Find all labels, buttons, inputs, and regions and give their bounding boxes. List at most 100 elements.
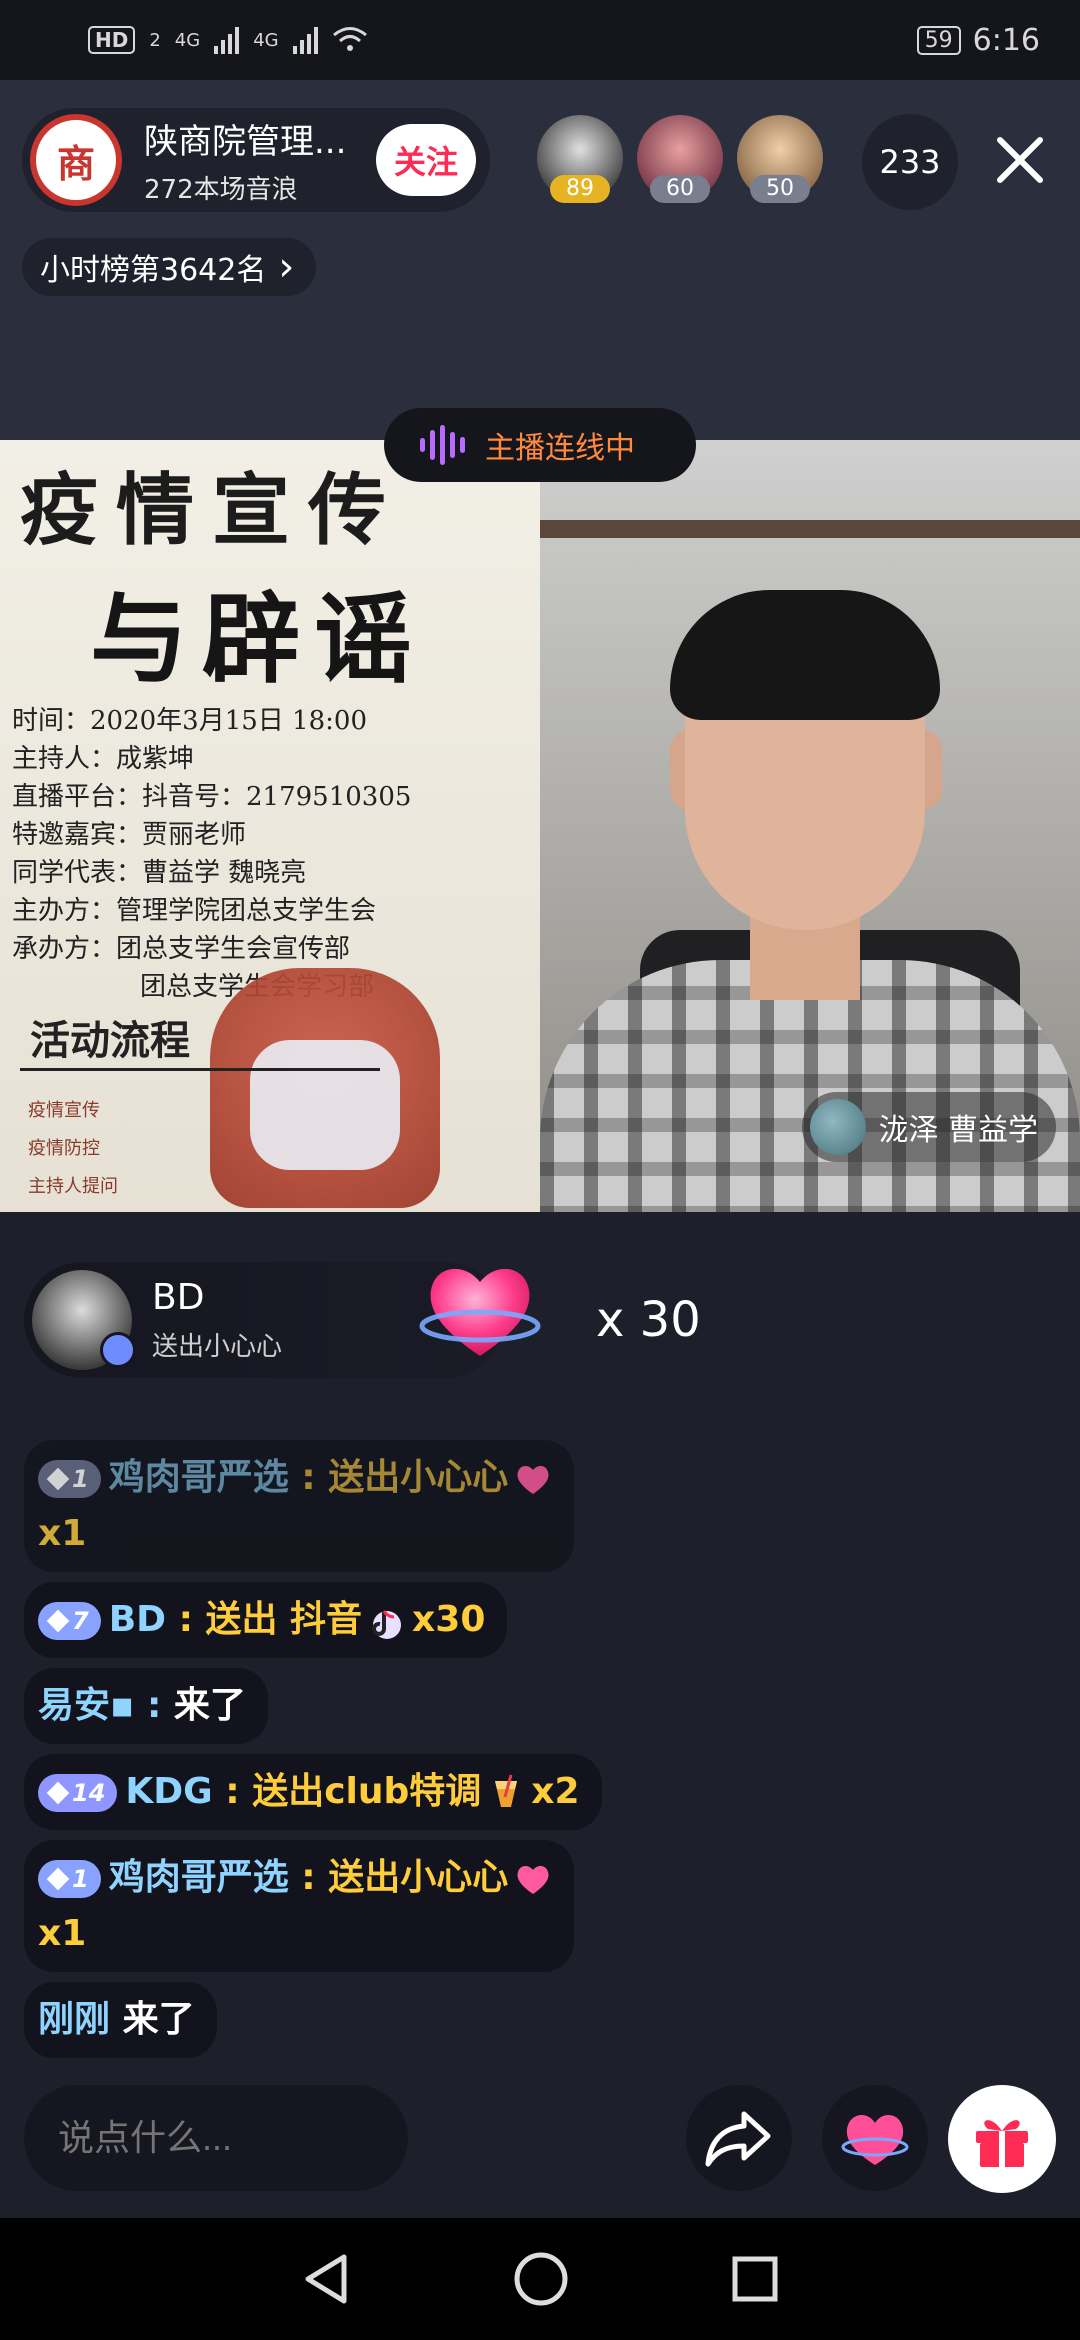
gift-sender-avatar[interactable]: [32, 1270, 136, 1370]
gift-texts: BD 送出小心心: [152, 1277, 282, 1363]
guest-stream[interactable]: 泷泽 曹益学: [540, 440, 1080, 1212]
viewer-avatar-3[interactable]: 50: [734, 112, 826, 204]
heart-gift-icon: [419, 1268, 541, 1356]
cocktail-icon: [495, 1774, 518, 1807]
chat-suffix: x1: [38, 1913, 87, 1954]
chat-message[interactable]: 易安▪ : 来了: [24, 1668, 268, 1744]
poster-line: 同学代表：曹益学 魏晓亮: [12, 858, 307, 888]
chat-username[interactable]: 易安▪: [38, 1685, 134, 1726]
chat-username[interactable]: 刚刚: [38, 1999, 110, 2040]
viewer-avatar-1[interactable]: 89: [534, 112, 626, 204]
poster-flow-item: 疫情防控: [28, 1138, 100, 1159]
poster-title-2: 与辟谣: [90, 582, 427, 697]
system-nav-bar: [0, 2218, 1080, 2340]
user-level-badge: 7: [38, 1602, 101, 1640]
host-info: 陕商院管理... 272本场音浪: [144, 114, 346, 206]
chat-username[interactable]: 鸡肉哥严选: [109, 1457, 289, 1498]
poster-line: 主持人：成紫坤: [12, 744, 195, 774]
chat-message[interactable]: 1 鸡肉哥严选 : 送出小心心 x1: [24, 1840, 575, 1972]
chat-sep: :: [166, 1599, 206, 1640]
chat-suffix: x1: [38, 1513, 87, 1554]
chat-username[interactable]: KDG: [125, 1771, 212, 1812]
poster-details: 时间：2020年3月15日 18:00 主持人：成紫坤 直播平台：抖音号：217…: [12, 702, 411, 1006]
host-name: 陕商院管理...: [144, 122, 347, 162]
viewer-count[interactable]: 233: [862, 114, 958, 210]
close-icon[interactable]: [990, 130, 1050, 190]
status-left: HD 2 4G 4G: [88, 26, 368, 54]
host-avatar[interactable]: 商: [30, 114, 122, 206]
heart-icon: [517, 1866, 549, 1894]
chevron-right-icon: ›: [278, 244, 295, 290]
sound-wave-icon: [420, 425, 465, 465]
douyin-note-icon: [372, 1610, 402, 1639]
chat-suffix: x2: [531, 1771, 580, 1812]
chat-suffix: x30: [412, 1599, 486, 1640]
diamond-icon: [46, 1609, 70, 1633]
poster-line: 直播平台：抖音号：2179510305: [12, 782, 412, 812]
like-button[interactable]: [822, 2085, 928, 2191]
chat-text: 送出小心心: [328, 1857, 509, 1898]
chat-message[interactable]: 7 BD : 送出 抖音 x30: [24, 1582, 508, 1658]
follow-button[interactable]: 关注: [376, 124, 476, 196]
viewer-level-badge: 60: [650, 175, 710, 203]
chat-message[interactable]: 1 鸡肉哥严选 : 送出小心心 x1: [24, 1440, 575, 1572]
heart-icon: [841, 2114, 909, 2165]
battery-icon: 59: [916, 25, 961, 55]
host-card[interactable]: 商 陕商院管理... 272本场音浪 关注: [22, 108, 490, 212]
hd-sub: 2: [149, 29, 161, 51]
back-icon[interactable]: [300, 2251, 352, 2307]
viewer-avatar-2[interactable]: 60: [634, 112, 726, 204]
signal-icon-2: [292, 26, 318, 54]
hd-badge: HD: [88, 26, 136, 54]
gift-icon: [976, 2120, 1028, 2167]
viewer-level-badge: 50: [750, 175, 810, 203]
guest-name: 泷泽 曹益学: [878, 1113, 1038, 1148]
chat-sep: :: [288, 1857, 329, 1898]
chat-username[interactable]: BD: [109, 1599, 166, 1640]
hourly-rank-badge[interactable]: 小时榜第3642名 ›: [22, 238, 317, 296]
chat-text: 送出小心心: [328, 1457, 509, 1498]
chat-text: 来了: [122, 1999, 195, 2040]
share-icon: [705, 2111, 771, 2167]
diamond-icon: [46, 1467, 70, 1491]
chat-username[interactable]: 鸡肉哥严选: [109, 1857, 289, 1898]
wifi-icon: [332, 27, 367, 51]
host-subtitle: 272本场音浪: [144, 175, 298, 205]
heart-icon: [517, 1466, 549, 1494]
clock: 6:16: [972, 22, 1040, 58]
host-stream-poster: 疫情宣传 与辟谣 时间：2020年3月15日 18:00 主持人：成紫坤 直播平…: [0, 440, 540, 1212]
hair: [670, 590, 940, 720]
live-video-area[interactable]: 疫情宣传 与辟谣 时间：2020年3月15日 18:00 主持人：成紫坤 直播平…: [0, 440, 1080, 1212]
poster-flow-items: 疫情宣传 疫情防控 主持人提问: [28, 1092, 118, 1206]
chat-sep: :: [212, 1771, 253, 1812]
fist-highlight: [250, 1040, 400, 1170]
poster-line: 特邀嘉宾：贾丽老师: [12, 820, 247, 850]
chat-sep: :: [134, 1685, 174, 1726]
guest-name-tag[interactable]: 泷泽 曹益学: [802, 1092, 1056, 1162]
poster-flow-heading: 活动流程: [30, 1017, 190, 1064]
comment-input[interactable]: [24, 2085, 408, 2191]
live-header: 商 陕商院管理... 272本场音浪 关注 89 60 50 233 小时榜第3…: [0, 80, 1080, 440]
poster-line: 主办方：管理学院团总支学生会: [12, 896, 377, 926]
chat-message[interactable]: 刚刚 来了: [24, 1982, 217, 2058]
gift-count: x 30: [596, 1292, 701, 1348]
gift-button[interactable]: [948, 2085, 1056, 2193]
viewer-level-badge: 89: [550, 175, 610, 203]
poster-line: 时间：2020年3月15日 18:00: [12, 706, 367, 736]
home-icon[interactable]: [511, 2249, 571, 2309]
poster-title-1: 疫情宣传: [20, 465, 405, 556]
gift-description: 送出小心心: [152, 1332, 283, 1362]
share-button[interactable]: [686, 2085, 792, 2191]
diamond-icon: [46, 1867, 70, 1891]
chat-message[interactable]: 14 KDG : 送出club特调 x2: [24, 1754, 602, 1830]
user-level-badge: 1: [38, 1460, 101, 1498]
chat-list: 1 鸡肉哥严选 : 送出小心心 x1 7 BD : 送出 抖音 x30 易安▪ : 来了…: [24, 1440, 724, 2068]
diamond-icon: [46, 1781, 70, 1805]
fan-badge-icon: [100, 1332, 136, 1368]
user-level-badge: 1: [38, 1860, 101, 1898]
gift-sender-name: BD: [152, 1277, 205, 1318]
poster-line: 承办方：团总支学生会宣传部: [12, 934, 351, 964]
recents-icon[interactable]: [730, 2254, 780, 2304]
poster-flow-item: 疫情宣传: [28, 1100, 100, 1121]
status-right: 59 6:16: [916, 22, 1040, 58]
